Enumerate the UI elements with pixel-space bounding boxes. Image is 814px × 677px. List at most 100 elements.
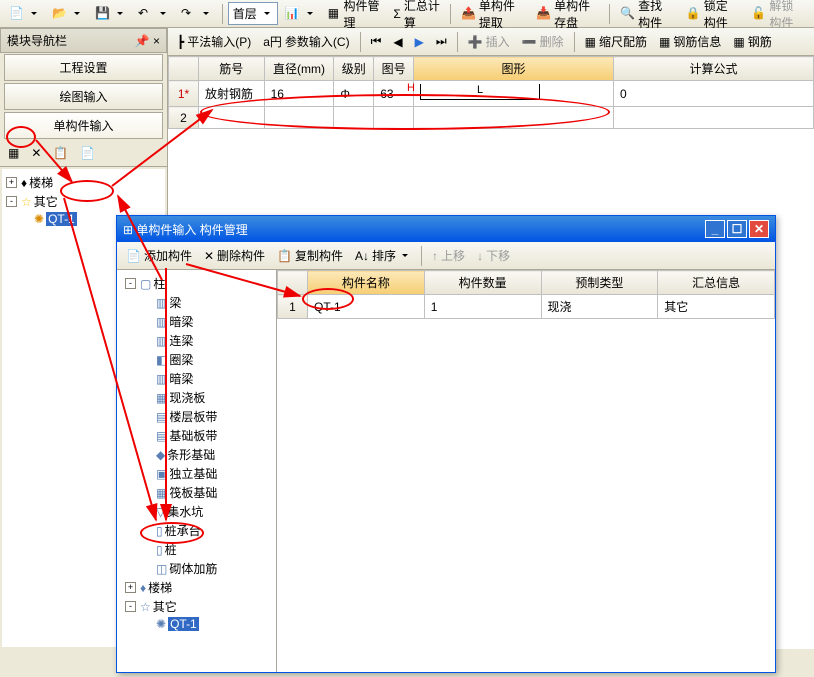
dialog-tree-node[interactable]: ▣ 独立基础: [121, 464, 272, 483]
dialog-tree-node[interactable]: ▥ 暗梁: [121, 312, 272, 331]
col-barnum[interactable]: 筋号: [199, 57, 265, 81]
next-icon[interactable]: ▶: [410, 32, 429, 52]
tree-delete-icon[interactable]: ✕: [26, 143, 46, 163]
node-label: 楼梯: [148, 579, 172, 596]
expand-icon[interactable]: -: [125, 601, 136, 612]
dialog-tree-node[interactable]: -☆ 其它: [121, 597, 272, 616]
row1-formula[interactable]: 0: [614, 81, 814, 107]
grid-row-1[interactable]: 1* 放射钢筋 16 Φ 63 L 0: [169, 81, 814, 107]
dialog-tree-node[interactable]: ▯ 桩: [121, 540, 272, 559]
cell-comp-type[interactable]: 现浇: [541, 295, 658, 319]
tree-paste-icon[interactable]: 📄: [75, 143, 100, 163]
col-comp-name[interactable]: 构件名称: [308, 271, 425, 295]
dialog-tree-node[interactable]: -▢ 柱: [121, 274, 272, 293]
move-down-button[interactable]: ↓下移: [472, 244, 515, 267]
cell-comp-qty[interactable]: 1: [424, 295, 541, 319]
row1-barnum[interactable]: 放射钢筋: [199, 81, 265, 107]
copy-component-button[interactable]: 📋复制构件: [272, 244, 348, 267]
dialog-tree-node[interactable]: ▦ 现浇板: [121, 388, 272, 407]
col-figno[interactable]: 图号: [374, 57, 414, 81]
row1-grade[interactable]: Φ: [334, 81, 374, 107]
col-comp-sum[interactable]: 汇总信息: [658, 271, 775, 295]
node-label: 桩: [165, 541, 177, 558]
tab-project-settings[interactable]: 工程设置: [4, 54, 163, 81]
node-icon: ▤: [156, 429, 167, 443]
scale-rebar-button[interactable]: ▦缩尺配筋: [580, 30, 652, 53]
floor-nav-icon[interactable]: 📊: [280, 3, 321, 25]
flat-input-button[interactable]: ┣平法输入(P): [172, 30, 256, 53]
redo-icon[interactable]: ↷: [176, 3, 217, 25]
dialog-tree-node[interactable]: ▽ 集水坑: [121, 502, 272, 521]
panel-title: 模块导航栏 📌 ×: [0, 28, 167, 53]
dialog-tree-node[interactable]: ◧ 圈梁: [121, 350, 272, 369]
expand-icon[interactable]: +: [6, 177, 17, 188]
dialog-titlebar[interactable]: ⊞ 单构件输入 构件管理 _ ☐ ✕: [117, 216, 775, 242]
node-label: 柱: [153, 275, 165, 292]
dialog-tree-node[interactable]: +♦ 楼梯: [121, 578, 272, 597]
cell-comp-name[interactable]: QT-1: [308, 295, 425, 319]
dialog-tree-node[interactable]: ▤ 楼层板带: [121, 407, 272, 426]
prev-icon[interactable]: ◀: [388, 32, 407, 52]
tree-new-icon[interactable]: ▦: [3, 143, 24, 163]
panel-pin-icon[interactable]: 📌 ×: [135, 34, 160, 48]
col-comp-type[interactable]: 预制类型: [541, 271, 658, 295]
close-button[interactable]: ✕: [749, 220, 769, 238]
tab-single-component-input[interactable]: 单构件输入: [4, 112, 163, 139]
delete-component-button[interactable]: ✕删除构件: [199, 244, 270, 267]
dialog-tree-node[interactable]: ✺ QT-1: [121, 616, 272, 632]
insert-button[interactable]: ➕插入: [463, 30, 515, 53]
expand-icon[interactable]: +: [125, 582, 136, 593]
row1-dia[interactable]: 16: [264, 81, 334, 107]
maximize-button[interactable]: ☐: [727, 220, 747, 238]
tab-draw-input[interactable]: 绘图输入: [4, 83, 163, 110]
col-shape[interactable]: 图形: [414, 57, 614, 81]
stairs-icon: ♦: [21, 176, 27, 190]
grid-row-2[interactable]: 2: [169, 107, 814, 129]
undo-icon[interactable]: ↶: [133, 3, 174, 25]
sort-button[interactable]: A↓排序: [350, 244, 416, 267]
rebar-button[interactable]: ▦钢筋: [728, 30, 776, 53]
dialog-tree-node[interactable]: ▦ 筏板基础: [121, 483, 272, 502]
col-rownum[interactable]: [169, 57, 199, 81]
dialog-tree-node[interactable]: ◆ 条形基础: [121, 445, 272, 464]
collapse-icon[interactable]: -: [6, 196, 17, 207]
dialog-tree-node[interactable]: ▤ 基础板带: [121, 426, 272, 445]
main-toolbar-2: ┣平法输入(P) a円参数输入(C) ⏮ ◀ ▶ ⏭ ➕插入 ➖删除 ▦缩尺配筋…: [168, 28, 814, 56]
expand-icon[interactable]: -: [125, 278, 136, 289]
minimize-button[interactable]: _: [705, 220, 725, 238]
dialog-tree: -▢ 柱▥ 梁▥ 暗梁▥ 连梁◧ 圈梁▥ 暗梁▦ 现浇板▤ 楼层板带▤ 基础板带…: [117, 270, 277, 672]
col-dia[interactable]: 直径(mm): [264, 57, 334, 81]
rebar-info-button[interactable]: ▦钢筋信息: [654, 30, 726, 53]
param-input-button[interactable]: a円参数输入(C): [258, 30, 354, 53]
add-component-button[interactable]: 📄添加构件: [121, 244, 197, 267]
file-open-icon[interactable]: 📂: [47, 3, 88, 25]
delete-button[interactable]: ➖删除: [517, 30, 569, 53]
save-icon[interactable]: 💾: [90, 3, 131, 25]
dialog-tree-node[interactable]: ▥ 暗梁: [121, 369, 272, 388]
first-icon[interactable]: ⏮: [366, 31, 387, 52]
file-new-icon[interactable]: 📄: [4, 3, 45, 25]
col-formula[interactable]: 计算公式: [614, 57, 814, 81]
col-grade[interactable]: 级别: [334, 57, 374, 81]
last-icon[interactable]: ⏭: [431, 31, 452, 52]
node-label: 暗梁: [169, 370, 193, 387]
dialog-grid-row-1[interactable]: 1 QT-1 1 现浇 其它: [278, 295, 775, 319]
tree-node-stairs[interactable]: + ♦ 楼梯: [6, 173, 161, 192]
dialog-tree-node[interactable]: ▥ 连梁: [121, 331, 272, 350]
node-label: 楼层板带: [169, 408, 217, 425]
cell-comp-sum[interactable]: 其它: [658, 295, 775, 319]
node-icon: ◆: [156, 448, 165, 462]
dialog-tree-node[interactable]: ◫ 砌体加筋: [121, 559, 272, 578]
node-label: 基础板带: [169, 427, 217, 444]
row1-shape[interactable]: L: [414, 81, 614, 107]
node-label: QT-1: [168, 617, 199, 631]
dialog-tree-node[interactable]: ▥ 梁: [121, 293, 272, 312]
tree-copy-icon[interactable]: 📋: [48, 143, 73, 163]
tree-node-other[interactable]: - ☆ 其它: [6, 192, 161, 211]
floor-select[interactable]: 首层: [228, 2, 278, 25]
move-up-button[interactable]: ↑上移: [427, 244, 470, 267]
dialog-tree-node[interactable]: ▯ 桩承台: [121, 521, 272, 540]
node-label: 独立基础: [169, 465, 217, 482]
col-comp-qty[interactable]: 构件数量: [424, 271, 541, 295]
app-icon: ⊞: [123, 223, 133, 237]
